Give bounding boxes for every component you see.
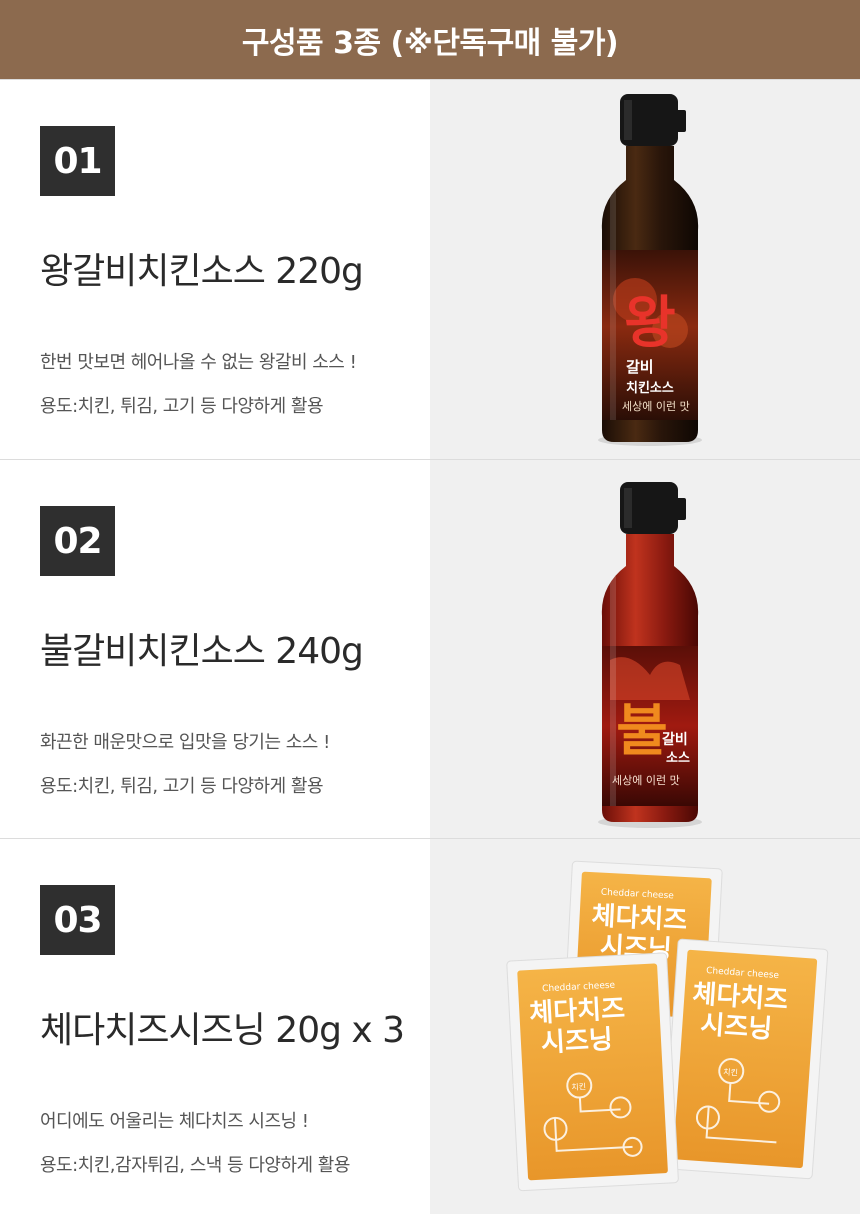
bottle-label-big: 왕 [624, 291, 676, 356]
product-usage: 용도:치킨, 튀김, 고기 등 다양하게 활용 [40, 396, 324, 417]
product-number-badge: 03 [40, 885, 115, 955]
product-description: 화끈한 매운맛으로 입맛을 당기는 소스 ! [40, 732, 330, 753]
bottle-label-small: 갈비 [662, 732, 688, 748]
product-name: 체다치즈시즈닝 20g x 3 [40, 1010, 405, 1051]
product-usage: 용도:치킨, 튀김, 고기 등 다양하게 활용 [40, 776, 324, 797]
product-item-2: 02 불갈비치킨소스 240g 화끈한 매운맛으로 입맛을 당기는 소스 ! 용… [0, 459, 860, 838]
packet-diagram-label: 치킨 [571, 1081, 586, 1092]
packet-label-line1: 체다치즈 [591, 901, 688, 936]
packet-diagram-label: 치킨 [723, 1066, 738, 1077]
product-description: 한번 맛보면 헤어나올 수 없는 왕갈비 소스 ! [40, 352, 357, 373]
product-image-2: 불 갈비 소스 세상에 이런 맛 [430, 460, 860, 838]
bottle-label-sub: 소스 [666, 751, 690, 766]
product-text-1: 01 왕갈비치킨소스 220g 한번 맛보면 헤어나올 수 없는 왕갈비 소스 … [0, 80, 430, 459]
section-header: 구성품 3종 (※단독구매 불가) [0, 0, 860, 79]
packet-label-line2: 시즈닝 [699, 1010, 773, 1045]
product-image-3: Cheddar cheese 체다치즈 시즈닝 Cheddar cheese 체… [430, 839, 860, 1214]
header-title: 구성품 3종 (※단독구매 불가) [241, 25, 619, 61]
product-name: 불갈비치킨소스 240g [40, 631, 364, 672]
product-text-2: 02 불갈비치킨소스 240g 화끈한 매운맛으로 입맛을 당기는 소스 ! 용… [0, 460, 430, 838]
product-name: 왕갈비치킨소스 220g [40, 251, 364, 292]
seasoning-packet-icon: Cheddar cheese 체다치즈 시즈닝 Cheddar cheese 체… [506, 860, 829, 1192]
product-description: 어디에도 어울리는 체다치즈 시즈닝 ! [40, 1111, 309, 1132]
product-image-1: 왕 갈비 치킨소스 세상에 이런 맛 [430, 80, 860, 459]
product-usage: 용도:치킨,감자튀김, 스낵 등 다양하게 활용 [40, 1155, 350, 1176]
sauce-bottle-icon: 왕 갈비 치킨소스 세상에 이런 맛 [598, 94, 702, 446]
product-number-badge: 02 [40, 506, 115, 576]
packet-label-line1: 체다치즈 [529, 994, 626, 1029]
bottle-label-tag: 세상에 이런 맛 [622, 400, 690, 413]
bottle-label-sub: 치킨소스 [626, 380, 674, 396]
bottle-label-big: 불 [616, 699, 668, 764]
product-item-1: 01 왕갈비치킨소스 220g 한번 맛보면 헤어나올 수 없는 왕갈비 소스 … [0, 79, 860, 459]
packet-label-line2: 시즈닝 [540, 1025, 613, 1059]
product-number-badge: 01 [40, 126, 115, 196]
product-item-3: 03 체다치즈시즈닝 20g x 3 어디에도 어울리는 체다치즈 시즈닝 ! … [0, 838, 860, 1214]
product-text-3: 03 체다치즈시즈닝 20g x 3 어디에도 어울리는 체다치즈 시즈닝 ! … [0, 839, 430, 1214]
sauce-bottle-icon: 불 갈비 소스 세상에 이런 맛 [598, 482, 702, 828]
bottle-label-small: 갈비 [626, 358, 654, 376]
bottle-label-tag: 세상에 이런 맛 [612, 774, 680, 787]
